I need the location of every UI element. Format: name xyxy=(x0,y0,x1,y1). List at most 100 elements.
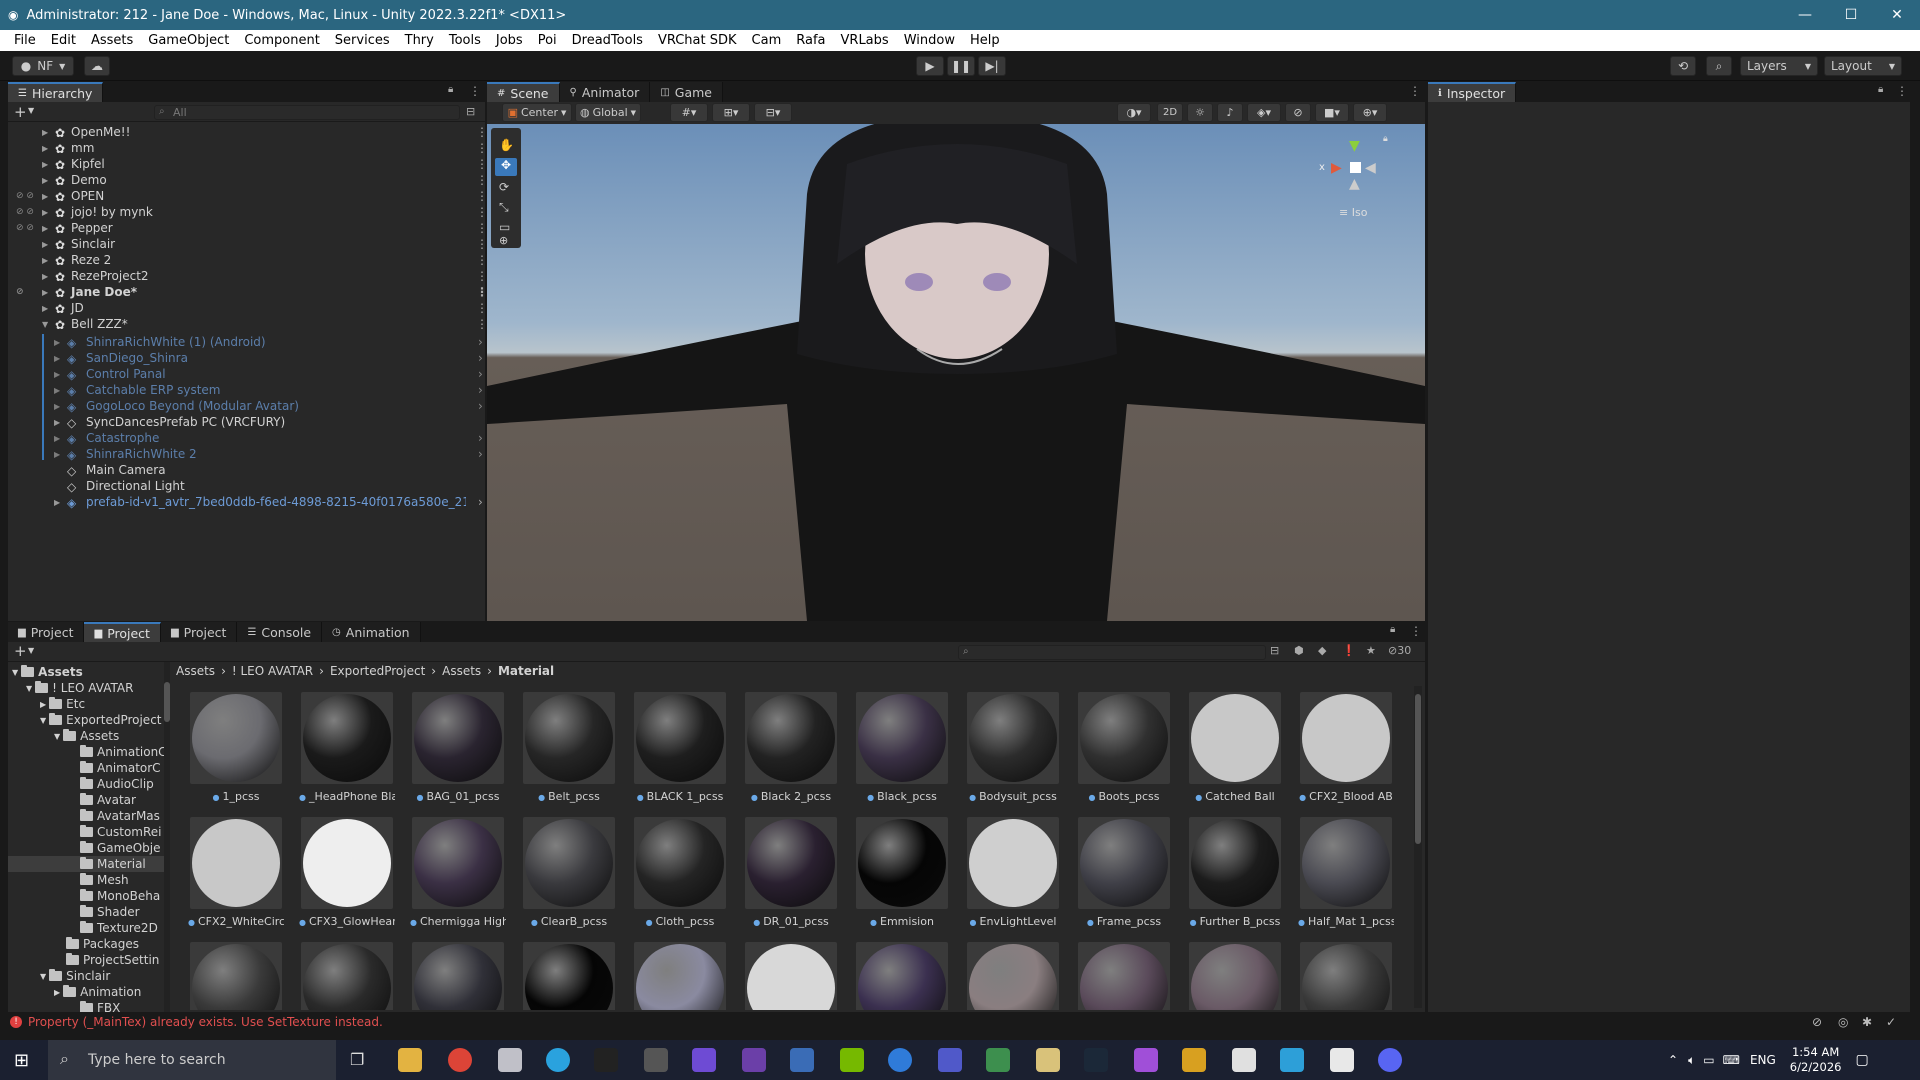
tree-item[interactable]: ▼ Assets xyxy=(12,664,168,680)
expand-arrow-icon[interactable]: ▶ xyxy=(42,128,48,137)
material-tile[interactable]: Half_Mat 1_pcss xyxy=(1298,817,1394,937)
collapse-arrow-icon[interactable]: ▼ xyxy=(40,972,46,981)
material-tile[interactable] xyxy=(965,942,1061,1010)
pause-button[interactable]: ❚❚ xyxy=(947,56,975,76)
tree-item[interactable]: ProjectSettin xyxy=(66,952,168,968)
hierarchy-item[interactable]: ▶ ✿ Reze 2 ⋮ xyxy=(8,252,488,268)
layout-dropdown[interactable]: Layout ▼ xyxy=(1824,56,1902,76)
scrollbar-thumb[interactable] xyxy=(164,682,170,722)
play-button[interactable]: ▶ xyxy=(916,56,944,76)
expand-arrow-icon[interactable]: ▶ xyxy=(42,144,48,153)
material-tile[interactable] xyxy=(521,942,617,1010)
material-tile[interactable] xyxy=(632,942,728,1010)
breadcrumb-item[interactable]: Assets xyxy=(442,664,481,680)
warning-icon[interactable]: ❗ xyxy=(1342,644,1356,657)
scale-tool-icon[interactable]: ⤡ xyxy=(499,200,509,215)
visual-studio-icon[interactable] xyxy=(742,1048,766,1072)
hidden-eye-icon[interactable]: ⊘ xyxy=(16,287,24,297)
lock-icon[interactable]: 🔒︎ xyxy=(1878,84,1883,95)
tree-item[interactable]: Avatar xyxy=(80,792,168,808)
shading-dropdown[interactable]: ◑▾ xyxy=(1117,103,1151,122)
expand-arrow-icon[interactable]: ▶ xyxy=(42,176,48,185)
menu-help[interactable]: Help xyxy=(970,33,1000,48)
history-button[interactable]: ⟲ xyxy=(1670,56,1696,76)
unity-icon[interactable] xyxy=(1330,1048,1354,1072)
menu-assets[interactable]: Assets xyxy=(91,33,133,48)
chrome-icon[interactable] xyxy=(448,1048,472,1072)
hierarchy-item[interactable]: ⊘ ⊘ ▶ ✿ OPEN ⋮ xyxy=(8,188,488,204)
app-icon[interactable] xyxy=(888,1048,912,1072)
clock[interactable]: 1:54 AM 6/2/2026 xyxy=(1790,1045,1842,1075)
material-tile[interactable]: Chermigga High ... xyxy=(410,817,506,937)
material-tile[interactable] xyxy=(188,942,284,1010)
status-message[interactable]: Property (_MainTex) already exists. Use … xyxy=(28,1015,383,1029)
visibility-toggle[interactable]: ⊘ xyxy=(1285,103,1311,122)
material-tile[interactable]: 1_pcss xyxy=(188,692,284,812)
tree-item[interactable]: ▼ ! LEO AVATAR xyxy=(26,680,168,696)
tree-item[interactable]: GameObje xyxy=(80,840,168,856)
hierarchy-item[interactable]: ▶ ✿ RezeProject2 ⋮ xyxy=(8,268,488,284)
expand-arrow-icon[interactable]: ▶ xyxy=(54,402,60,411)
gizmos-dropdown[interactable]: ⊕▾ xyxy=(1353,103,1387,122)
hierarchy-search-input[interactable]: ⌕ All xyxy=(154,105,460,120)
app-icon[interactable] xyxy=(594,1048,618,1072)
notification-icon[interactable]: ▢ xyxy=(1855,1052,1868,1068)
material-tile[interactable]: DR_01_pcss xyxy=(743,817,839,937)
hidden-eye-icon[interactable]: ⊘ ⊘ xyxy=(16,207,34,217)
chevron-right-icon[interactable]: › xyxy=(478,495,483,509)
hierarchy-item[interactable]: ⊘ ▶ ✿ Jane Doe* ⋮ xyxy=(8,284,488,300)
tree-item[interactable]: ▶ Animation xyxy=(54,984,168,1000)
hierarchy-child-item[interactable]: ▶ ◈ ShinraRichWhite (1) (Android) › xyxy=(8,334,488,350)
gizmo-x-arrow[interactable]: ▶ xyxy=(1331,160,1342,176)
tab-console[interactable]: ☰ Console xyxy=(237,622,323,642)
material-tile[interactable]: Emmision xyxy=(854,817,950,937)
lighting-toggle[interactable]: ☼ xyxy=(1187,103,1213,122)
tree-item[interactable]: ▼ ExportedProject xyxy=(40,712,168,728)
hierarchy-item[interactable]: ⊘ ⊘ ▶ ✿ Pepper ⋮ xyxy=(8,220,488,236)
tree-item[interactable]: FBX xyxy=(80,1000,168,1012)
gizmo-center-cube[interactable] xyxy=(1350,162,1361,173)
app-icon[interactable] xyxy=(692,1048,716,1072)
chevron-right-icon[interactable]: › xyxy=(478,431,483,445)
collapse-arrow-icon[interactable]: ▼ xyxy=(12,668,18,677)
add-icon[interactable]: + xyxy=(14,642,27,660)
expand-arrow-icon[interactable]: ▶ xyxy=(42,160,48,169)
breadcrumb-item-current[interactable]: Material xyxy=(498,664,554,680)
align-dropdown[interactable]: ⊟▾ xyxy=(754,103,792,122)
menu-tools[interactable]: Tools xyxy=(449,33,481,48)
app-icon[interactable] xyxy=(644,1048,668,1072)
lock-icon[interactable]: 🔒︎ xyxy=(448,84,453,95)
notepad-icon[interactable] xyxy=(1232,1048,1256,1072)
lock-icon[interactable]: 🔒︎ xyxy=(1390,624,1395,635)
clear-icon[interactable]: ⊘ xyxy=(1812,1015,1822,1029)
menu-cam[interactable]: Cam xyxy=(752,33,782,48)
material-tile[interactable]: BAG_01_pcss xyxy=(410,692,506,812)
chevron-up-icon[interactable]: ⌃ xyxy=(1668,1053,1678,1067)
tree-item[interactable]: ▼ Sinclair xyxy=(40,968,168,984)
menu-rafa[interactable]: Rafa xyxy=(796,33,825,48)
tree-item-selected[interactable]: Material xyxy=(8,856,168,872)
tree-item[interactable]: CustomRei xyxy=(80,824,168,840)
hierarchy-item[interactable]: ▼ ✿ Bell ZZZ* ⋮ xyxy=(8,316,488,332)
label-filter-icon[interactable]: ◆ xyxy=(1318,644,1326,657)
search-button[interactable]: ⌕ xyxy=(1706,56,1732,76)
lock-icon[interactable]: 🔒︎ xyxy=(1383,134,1388,144)
menu-services[interactable]: Services xyxy=(335,33,390,48)
collapse-arrow-icon[interactable]: ▼ xyxy=(26,684,32,693)
hierarchy-item[interactable]: ▶ ✿ OpenMe!! ⋮ xyxy=(8,124,488,140)
tab-animation[interactable]: ◷ Animation xyxy=(322,622,421,642)
material-tile[interactable]: CFX2_WhiteCircle... xyxy=(188,817,284,937)
chevron-right-icon[interactable]: › xyxy=(478,367,483,381)
more-icon[interactable]: ⋮ xyxy=(469,84,481,98)
hierarchy-item[interactable]: ▶ ✿ Kipfel ⋮ xyxy=(8,156,488,172)
language-indicator[interactable]: ENG xyxy=(1750,1053,1776,1067)
layers-dropdown[interactable]: Layers ▼ xyxy=(1740,56,1818,76)
expand-arrow-icon[interactable]: ▶ xyxy=(42,256,48,265)
tab-game[interactable]: ◫ Game xyxy=(650,82,723,102)
expand-arrow-icon[interactable]: ▶ xyxy=(54,988,60,997)
chevron-down-icon[interactable]: ▼ xyxy=(28,106,34,115)
camera-dropdown[interactable]: ■▾ xyxy=(1315,103,1349,122)
transform-tool-icon[interactable]: ⊕ xyxy=(499,234,508,247)
rotate-tool-icon[interactable]: ⟳ xyxy=(499,180,509,194)
hierarchy-item[interactable]: ▶ ✿ mm ⋮ xyxy=(8,140,488,156)
